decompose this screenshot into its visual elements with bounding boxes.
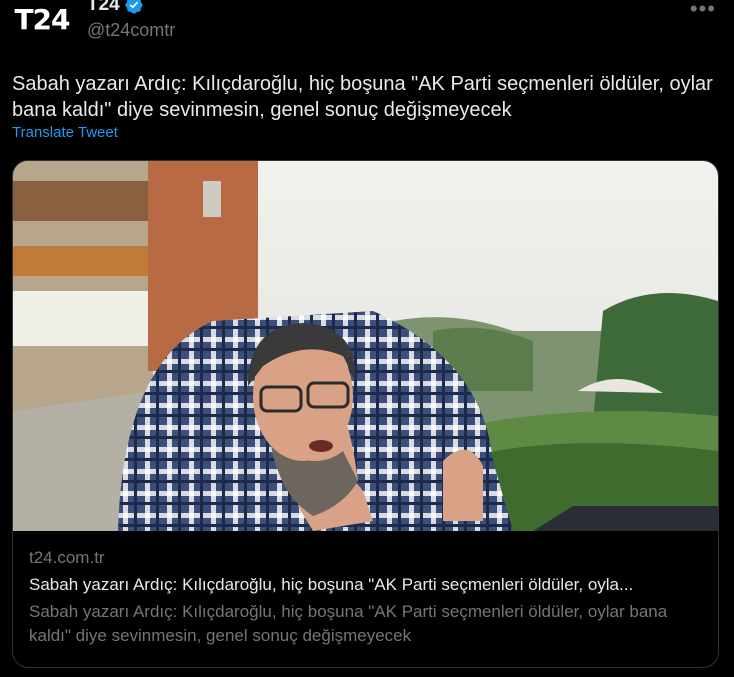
avatar-logo-text: T24 xyxy=(14,2,70,36)
tweet-text: Sabah yazarı Ardıç: Kılıçdaroğlu, hiç bo… xyxy=(12,73,713,121)
avatar[interactable]: T24 xyxy=(11,0,73,44)
translate-tweet-link[interactable]: Translate Tweet xyxy=(12,124,118,141)
card-image[interactable] xyxy=(13,161,718,531)
card-title: Sabah yazarı Ardıç: Kılıçdaroğlu, hiç bo… xyxy=(29,575,634,594)
card-domain: t24.com.tr xyxy=(29,548,105,567)
author-name-row[interactable]: T24 xyxy=(87,0,144,16)
card-body[interactable]: t24.com.tr Sabah yazarı Ardıç: Kılıçdaro… xyxy=(29,546,709,648)
display-name[interactable]: T24 xyxy=(87,0,120,16)
link-card[interactable]: t24.com.tr Sabah yazarı Ardıç: Kılıçdaro… xyxy=(12,160,719,668)
card-description: Sabah yazarı Ardıç: Kılıçdaroğlu, hiç bo… xyxy=(29,602,668,645)
verified-badge-icon xyxy=(125,0,143,14)
author-handle[interactable]: @t24comtr xyxy=(87,20,175,41)
more-horizontal-icon[interactable]: ••• xyxy=(690,0,716,22)
